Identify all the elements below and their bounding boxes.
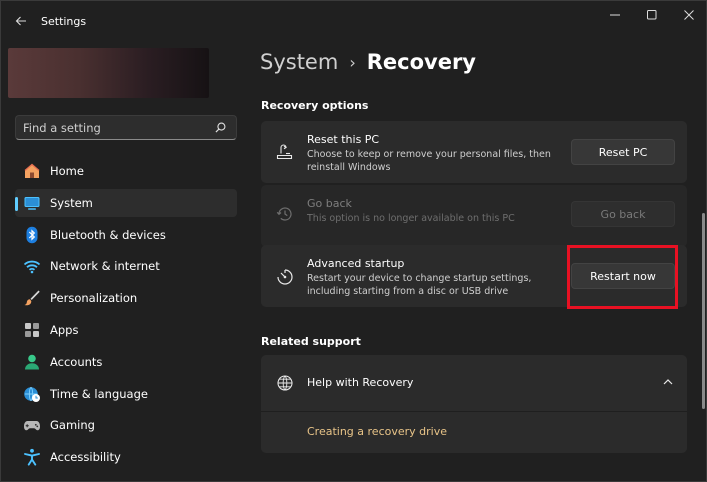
sidebar-nav: Home System Bluetooth & devices Network … [15, 157, 237, 475]
restart-now-button[interactable]: Restart now [571, 263, 675, 289]
divider [261, 411, 687, 412]
breadcrumb-parent[interactable]: System [260, 50, 338, 74]
page-title: Recovery [366, 50, 476, 74]
go-back-description: This option is no longer available on th… [307, 213, 515, 224]
sidebar-item-time-language[interactable]: Time & language [15, 380, 237, 408]
maximize-icon [647, 10, 657, 20]
chevron-up-icon[interactable] [661, 375, 675, 389]
breadcrumb: System › Recovery [260, 47, 476, 77]
back-button[interactable] [9, 9, 33, 33]
advanced-startup-title: Advanced startup [307, 257, 405, 270]
advanced-startup-card: Advanced startup Restart your device to … [261, 245, 687, 307]
advanced-startup-description: Restart your device to change startup se… [307, 273, 532, 297]
sidebar-item-label: Personalization [50, 291, 138, 306]
sidebar-item-personalization[interactable]: Personalization [15, 284, 237, 312]
close-button[interactable] [677, 7, 701, 23]
sidebar-item-network[interactable]: Network & internet [15, 252, 237, 280]
gamepad-icon [24, 421, 40, 431]
close-icon [684, 10, 694, 20]
sidebar-item-label: Time & language [50, 386, 148, 401]
sidebar-item-label: Gaming [50, 418, 95, 433]
reset-pc-card: Reset this PC Choose to keep or remove y… [261, 121, 687, 183]
sidebar-item-apps[interactable]: Apps [15, 316, 237, 344]
brush-icon [24, 290, 40, 306]
recovery-drive-link[interactable]: Creating a recovery drive [307, 425, 447, 438]
sidebar-item-label: Accessibility [50, 450, 121, 465]
account-icon [25, 354, 39, 370]
search-box[interactable] [15, 115, 237, 140]
accessibility-icon [24, 449, 40, 466]
apps-icon [25, 322, 39, 337]
settings-window: Settings Find a setting Home System Blue… [0, 0, 707, 482]
sidebar-item-accounts[interactable]: Accounts [15, 348, 237, 376]
reset-pc-description: Choose to keep or remove your personal f… [307, 149, 551, 173]
sidebar-item-label: Accounts [50, 354, 103, 369]
system-icon [24, 196, 40, 210]
home-icon [24, 163, 40, 178]
help-with-recovery-title: Help with Recovery [307, 376, 414, 389]
go-back-button: Go back [571, 201, 675, 227]
sidebar-item-system[interactable]: System [15, 188, 237, 217]
recovery-options-heading: Recovery options [261, 99, 369, 112]
user-profile-card[interactable] [8, 48, 209, 98]
reset-pc-title: Reset this PC [307, 133, 380, 146]
sidebar-item-label: Network & internet [50, 259, 160, 274]
sidebar-item-home[interactable]: Home [15, 157, 237, 185]
globe-clock-icon [24, 386, 40, 402]
title-bar: Settings [1, 1, 706, 41]
app-title: Settings [41, 15, 87, 28]
bluetooth-icon [26, 226, 38, 243]
help-with-recovery-card: Help with Recovery Creating a recovery d… [261, 355, 687, 453]
wifi-icon [23, 261, 41, 274]
back-arrow-icon [15, 16, 26, 26]
reset-pc-button[interactable]: Reset PC [571, 139, 675, 165]
go-back-card: Go back This option is no longer availab… [261, 185, 687, 247]
sidebar-item-gaming[interactable]: Gaming [15, 411, 237, 439]
minimize-icon [610, 14, 620, 16]
sidebar-item-bluetooth[interactable]: Bluetooth & devices [15, 221, 237, 249]
help-with-recovery-header[interactable]: Help with Recovery [261, 355, 687, 411]
reset-pc-icon [276, 144, 293, 160]
search-icon[interactable] [215, 122, 226, 133]
sidebar-item-label: Bluetooth & devices [50, 227, 166, 242]
globe-icon [277, 375, 293, 391]
related-support-heading: Related support [261, 335, 361, 348]
search-input[interactable] [23, 116, 208, 139]
history-icon [276, 207, 292, 221]
minimize-button[interactable] [603, 7, 627, 23]
go-back-title: Go back [307, 197, 352, 210]
sidebar-item-label: System [50, 195, 93, 210]
scrollbar-thumb[interactable] [702, 213, 705, 409]
sidebar-item-accessibility[interactable]: Accessibility [15, 443, 237, 471]
sidebar-item-label: Apps [50, 322, 79, 337]
advanced-startup-icon [277, 269, 293, 285]
maximize-button[interactable] [640, 7, 664, 23]
sidebar-item-label: Home [50, 164, 84, 178]
breadcrumb-separator: › [349, 52, 356, 72]
